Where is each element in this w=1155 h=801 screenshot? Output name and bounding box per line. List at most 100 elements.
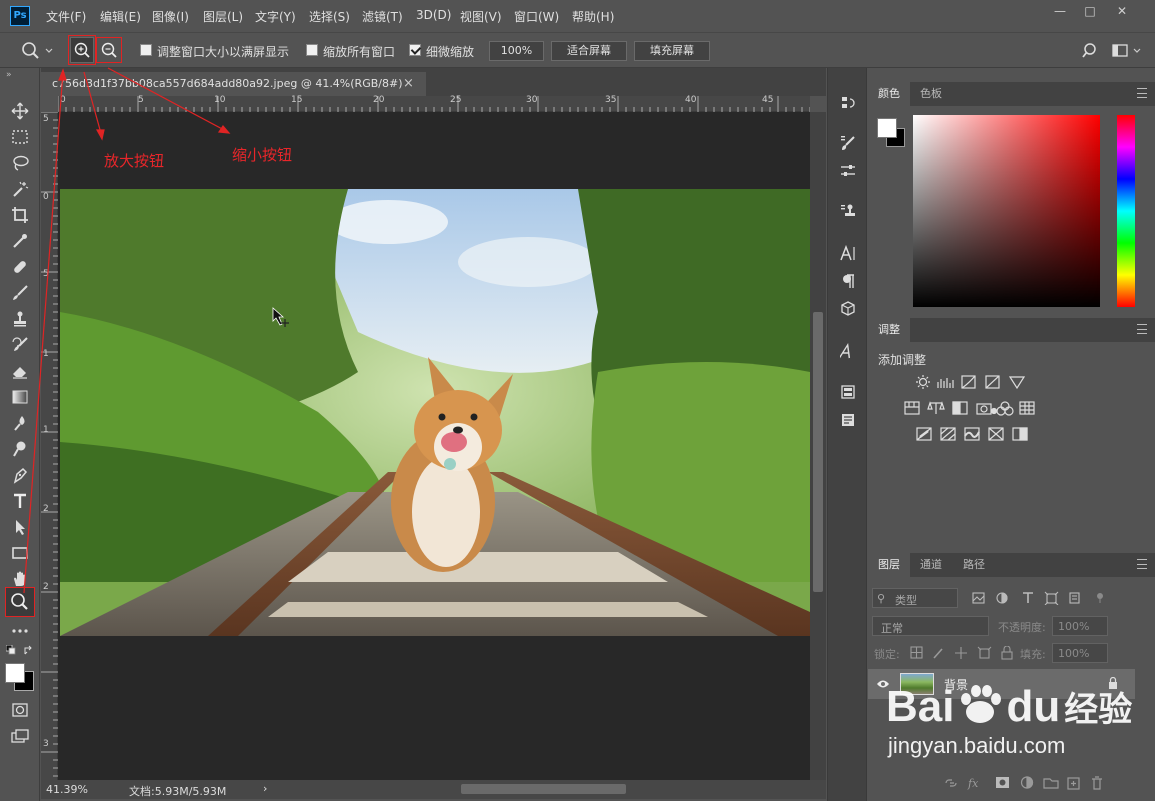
add-adjustment-label: 添加调整 [878, 353, 927, 367]
vertical-scrollbar[interactable] [810, 112, 826, 780]
fill-field[interactable]: 100% [1052, 643, 1108, 663]
zoom-in-highlight [68, 35, 96, 65]
tab-swatches[interactable]: 色板 [910, 82, 952, 106]
color-field[interactable] [913, 115, 1100, 307]
marquee-tool-icon[interactable] [8, 126, 32, 148]
adjustment-row-3-icons[interactable] [916, 426, 1036, 442]
zoom-out-button[interactable] [96, 37, 122, 63]
3d-panel-icon[interactable] [836, 298, 860, 320]
restore-button[interactable]: □ [1076, 2, 1104, 20]
document-tab[interactable]: c756d3d1f37bb08ca557d684add80a92.jpeg @ … [41, 72, 426, 96]
brush-tool-icon[interactable] [8, 282, 32, 304]
gradient-tool-icon[interactable] [8, 386, 32, 408]
type-tool-icon[interactable] [8, 490, 32, 512]
magic-wand-tool-icon[interactable] [8, 178, 32, 200]
options-bar: 调整窗口大小以满屏显示 缩放所有窗口 细微缩放 100% 适合屏幕 填充屏幕 [0, 32, 1155, 68]
menu-filter[interactable]: 滤镜(T) [362, 8, 403, 25]
collapse-icon[interactable]: » [6, 70, 12, 80]
eyedropper-tool-icon[interactable] [8, 230, 32, 252]
vertical-scrollbar-thumb[interactable] [813, 312, 823, 592]
resize-windows-label: 调整窗口大小以满屏显示 [157, 45, 290, 59]
status-zoom[interactable]: 41.39% [46, 783, 88, 796]
menu-file[interactable]: 文件(F) [46, 8, 86, 25]
menu-edit[interactable]: 编辑(E) [100, 8, 141, 25]
eraser-tool-icon[interactable] [8, 360, 32, 382]
close-document-icon[interactable]: × [403, 72, 414, 96]
libraries-panel-icon[interactable] [836, 381, 860, 403]
status-menu-arrow[interactable]: › [263, 782, 267, 795]
layer-filter-icons[interactable] [972, 591, 1112, 605]
history-panel-icon[interactable] [836, 92, 860, 114]
fill-screen-button[interactable]: 填充屏幕 [634, 41, 710, 61]
pen-tool-icon[interactable] [8, 464, 32, 486]
horizontal-scrollbar-thumb[interactable] [461, 784, 626, 794]
tool-presets-icon[interactable] [836, 160, 860, 182]
close-window-button[interactable]: ✕ [1108, 2, 1136, 20]
layer-bottom-icons[interactable]: fx [944, 775, 1124, 791]
menu-window[interactable]: 窗口(W) [514, 8, 559, 25]
layers-panel: 图层 通道 路径 ⚲ 类型 正常 不透明度: 100% 锁定: 填充: 100%… [868, 553, 1155, 801]
clone-source-icon[interactable] [836, 200, 860, 222]
zoom-tool-button[interactable] [5, 587, 35, 617]
lasso-tool-icon[interactable] [8, 152, 32, 174]
scrubby-zoom-checkbox[interactable] [409, 44, 421, 56]
history-brush-tool-icon[interactable] [8, 334, 32, 356]
color-panel-menu-icon[interactable] [1137, 88, 1147, 98]
hue-slider[interactable] [1117, 115, 1135, 307]
zoom-all-windows-checkbox[interactable] [306, 44, 318, 56]
path-selection-tool-icon[interactable] [8, 516, 32, 538]
ruler-h-40: 40 [685, 95, 697, 105]
zoom-100-button[interactable]: 100% [489, 41, 544, 61]
crop-tool-icon[interactable] [8, 204, 32, 226]
tab-adjustments[interactable]: 调整 [868, 318, 910, 342]
panel-icon-strip [827, 68, 867, 801]
adjustments-panel-menu-icon[interactable] [1137, 324, 1147, 334]
glyphs-panel-icon[interactable] [836, 340, 860, 362]
zoom-tool-icon [11, 593, 28, 610]
menu-layer[interactable]: 图层(L) [203, 8, 243, 25]
menu-select[interactable]: 选择(S) [309, 8, 350, 25]
menu-image[interactable]: 图像(I) [152, 8, 189, 25]
opacity-field[interactable]: 100% [1052, 616, 1108, 636]
layer-filter-select[interactable]: ⚲ 类型 [872, 588, 958, 608]
workspace-icon[interactable] [1112, 43, 1144, 59]
rectangle-tool-icon[interactable] [8, 542, 32, 564]
document-canvas[interactable] [58, 112, 810, 780]
fit-screen-button[interactable]: 适合屏幕 [551, 41, 627, 61]
zoom-tool-preset-icon[interactable] [20, 41, 56, 61]
layers-panel-menu-icon[interactable] [1137, 559, 1147, 569]
notes-panel-icon[interactable] [836, 409, 860, 431]
dodge-tool-icon[interactable] [8, 438, 32, 460]
blend-mode-select[interactable]: 正常 [872, 616, 989, 636]
quick-mask-icon[interactable] [8, 699, 32, 721]
lock-icons[interactable] [910, 646, 1016, 660]
character-panel-icon[interactable] [836, 242, 860, 264]
clone-stamp-tool-icon[interactable] [8, 308, 32, 330]
panel-foreground-color[interactable] [877, 118, 897, 138]
adjustment-row-1-icons[interactable] [916, 374, 1076, 390]
tab-channels[interactable]: 通道 [910, 553, 952, 577]
menu-help[interactable]: 帮助(H) [572, 8, 614, 25]
minimize-button[interactable]: — [1046, 2, 1074, 20]
paragraph-panel-icon[interactable] [836, 270, 860, 292]
adjustment-row-2-icons[interactable] [904, 400, 1094, 416]
tab-layers[interactable]: 图层 [868, 553, 910, 577]
default-colors-icon[interactable] [6, 645, 16, 655]
blur-tool-icon[interactable] [8, 412, 32, 434]
brush-settings-icon[interactable] [836, 132, 860, 154]
menu-type[interactable]: 文字(Y) [255, 8, 296, 25]
foreground-color-swatch[interactable] [5, 663, 25, 683]
move-tool-icon[interactable] [8, 100, 32, 122]
more-tools-icon[interactable] [8, 620, 32, 642]
tab-color[interactable]: 颜色 [868, 82, 910, 106]
search-icon[interactable] [1082, 42, 1100, 60]
resize-windows-checkbox[interactable] [140, 44, 152, 56]
swap-colors-icon[interactable] [24, 645, 34, 655]
healing-brush-tool-icon[interactable] [8, 256, 32, 278]
adjustments-panel-tabs: 调整 [868, 318, 1155, 342]
screen-mode-icon[interactable] [8, 725, 32, 747]
ruler-h-5: 5 [138, 95, 144, 105]
menu-3d[interactable]: 3D(D) [416, 8, 451, 22]
menu-view[interactable]: 视图(V) [460, 8, 502, 25]
tab-paths[interactable]: 路径 [953, 553, 995, 577]
